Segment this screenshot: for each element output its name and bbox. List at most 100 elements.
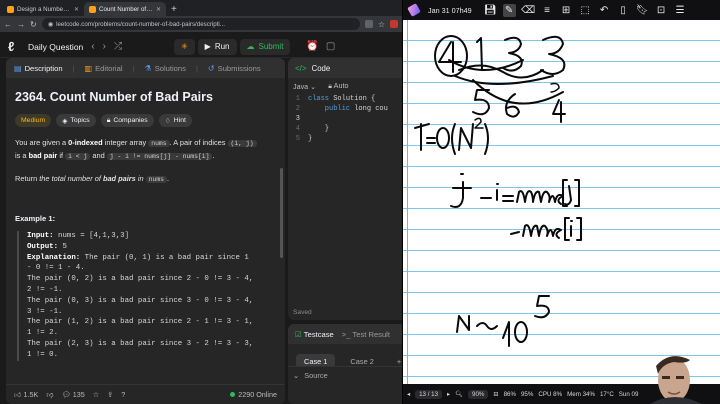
statement-text: is a xyxy=(15,151,29,160)
pen-color-icon[interactable] xyxy=(406,3,421,17)
hand-equals xyxy=(426,137,436,144)
bookmark-star-icon[interactable]: ☆ xyxy=(378,20,385,29)
run-submit-group: ✳ ▶ Run ☁ Submit xyxy=(173,38,291,55)
line-tool-icon[interactable]: ≡ xyxy=(541,4,554,17)
page-prev-icon[interactable]: ◂ xyxy=(407,391,410,398)
hand-O xyxy=(436,127,450,149)
dislike-icon[interactable]: 👎︎ xyxy=(46,390,53,399)
flask-icon: ⚗ xyxy=(144,63,152,73)
statement-text: integer array xyxy=(102,138,149,147)
comments-button[interactable]: 💬︎ 135 xyxy=(62,390,85,399)
star-icon[interactable]: ☆ xyxy=(93,390,99,399)
debug-button[interactable]: ✳ xyxy=(173,38,195,55)
example-input-label: Input: xyxy=(27,232,54,240)
zoom-level: 90% xyxy=(468,389,489,399)
description-scrollbar[interactable] xyxy=(280,168,283,258)
prev-problem-chevron-icon[interactable]: ‹ xyxy=(91,41,94,52)
tab-label: Description xyxy=(24,63,63,73)
inline-code: j - i != nums[j] - nums[i] xyxy=(106,153,213,160)
tab-solutions[interactable]: ⚗ Solutions xyxy=(145,64,186,73)
topics-button[interactable]: ◈ Topics xyxy=(56,114,96,127)
run-button[interactable]: ▶ Run xyxy=(197,38,237,55)
leetcode-favicon-icon xyxy=(7,5,14,13)
extension-icon[interactable] xyxy=(364,20,373,28)
hand-digit-1 xyxy=(502,321,510,347)
menu-icon[interactable]: ☰ xyxy=(674,4,687,17)
hand-superscript-2 xyxy=(474,117,484,129)
tab-submissions[interactable]: ↺ Submissions xyxy=(208,64,261,73)
divider: | xyxy=(132,63,135,73)
volume-level: 95% xyxy=(520,390,534,398)
hand-digit-0 xyxy=(514,321,528,343)
reload-icon[interactable]: ↻ xyxy=(30,20,37,29)
daily-question-title[interactable]: Daily Question xyxy=(28,42,83,52)
eraser-tool-icon[interactable]: ⌫ xyxy=(521,4,535,17)
statement-italic: in xyxy=(135,174,146,183)
explanation-line: 2 != -1. xyxy=(27,285,63,294)
submit-button[interactable]: ☁ Submit xyxy=(239,38,291,55)
handwriting-strokes xyxy=(414,35,582,347)
bookmark-icon[interactable]: 🔖︎ xyxy=(636,4,649,17)
share-icon[interactable]: ⇪ xyxy=(107,390,113,399)
note-icon[interactable]: ▢ xyxy=(326,41,335,52)
tab-test-result[interactable]: >_ Test Result xyxy=(342,330,390,339)
source-button[interactable]: Source xyxy=(304,371,327,380)
next-problem-chevron-icon[interactable]: › xyxy=(103,41,106,52)
testcase-panel: ☑ Testcase >_ Test Result Case 1 Case 2 … xyxy=(288,324,402,404)
code-line: 4 } xyxy=(288,124,402,134)
explanation-line: The pair (0, 3) is a bad pair since 3 - … xyxy=(27,296,254,305)
leetcode-logo-icon[interactable]: ℓ xyxy=(8,39,20,54)
statement-text: and xyxy=(90,151,107,160)
selection-tool-icon[interactable]: ⬚ xyxy=(579,4,592,17)
case-tabs: Case 1 Case 2 + xyxy=(288,344,402,368)
back-arrow-icon[interactable]: ← xyxy=(4,20,12,29)
tab-description[interactable]: ▤ Description xyxy=(14,64,63,73)
extension-icon[interactable] xyxy=(390,20,398,28)
grid-tool-icon[interactable]: ⊞ xyxy=(560,4,573,17)
browser-tab-design-number-container[interactable]: Design a Number Container Sy ✕ xyxy=(2,2,84,16)
search-icon[interactable]: 🔍︎ xyxy=(455,390,463,398)
checkbox-icon: ☑ xyxy=(295,329,302,339)
statement-bold-italic: bad pairs xyxy=(102,174,136,183)
undo-icon[interactable]: ↶ xyxy=(598,4,611,17)
tab-testcase[interactable]: ☑ Testcase xyxy=(295,330,334,339)
tab-label: Count Number of Bad Pairs xyxy=(99,5,153,13)
tab-editorial[interactable]: ▥ Editorial xyxy=(85,64,123,73)
tab-label: Design a Number Container Sy xyxy=(17,5,71,13)
statement-text: You are given a xyxy=(15,138,69,147)
saved-status: Saved xyxy=(293,309,312,316)
explanation-line: 1 != 2. xyxy=(27,329,59,338)
shuffle-icon[interactable]: ⤮ xyxy=(114,41,122,52)
new-tab-button[interactable]: + xyxy=(166,4,182,16)
address-bar[interactable]: ◉ leetcode.com/problems/count-number-of-… xyxy=(41,18,360,30)
code-panel: </> Code Java ⌄ 🔒︎ Auto 1 class Solution … xyxy=(288,58,402,320)
problem-title[interactable]: 2364. Count Number of Bad Pairs xyxy=(15,90,276,104)
page-next-icon[interactable]: ▸ xyxy=(447,391,450,398)
forward-arrow-icon[interactable]: → xyxy=(17,20,25,29)
online-count: 2290 Online xyxy=(238,390,277,399)
like-button[interactable]: 👍︎ 1.5K xyxy=(14,390,38,399)
hand-paren xyxy=(451,123,456,155)
pen-tool-icon[interactable]: ✎ xyxy=(502,3,516,17)
chip-label: Topics xyxy=(70,117,90,124)
browser-tab-count-bad-pairs[interactable]: Count Number of Bad Pairs ✕ xyxy=(84,2,166,16)
site-info-icon[interactable]: ◉ xyxy=(48,21,53,28)
code-keyword: public xyxy=(308,105,351,113)
code-editor[interactable]: 1 class Solution { 2 public long cou 3 4 … xyxy=(288,94,402,144)
language-select[interactable]: Java ⌄ xyxy=(293,82,316,91)
alarm-icon[interactable]: ⏰ xyxy=(306,41,318,52)
hint-button[interactable]: ♢ Hint xyxy=(158,114,192,127)
save-icon[interactable]: 💾︎ xyxy=(484,4,497,17)
close-tab-icon[interactable]: ✕ xyxy=(156,6,161,13)
new-page-icon[interactable]: ⊡ xyxy=(655,4,668,17)
companies-button[interactable]: 🔒︎ Companies xyxy=(100,114,154,127)
page-icon[interactable]: ▯ xyxy=(617,4,630,17)
statement-text: if xyxy=(57,151,66,160)
close-tab-icon[interactable]: ✕ xyxy=(74,6,79,13)
explanation-line: The pair (2, 3) is a bad pair since 3 - … xyxy=(27,339,254,348)
help-icon[interactable]: ? xyxy=(121,390,125,399)
autocomplete-toggle[interactable]: 🔒︎ Auto xyxy=(328,81,348,91)
code-line: 1 class Solution { xyxy=(288,94,402,104)
hand-equals xyxy=(502,195,514,202)
fit-icon[interactable]: ⊟ xyxy=(493,391,498,398)
